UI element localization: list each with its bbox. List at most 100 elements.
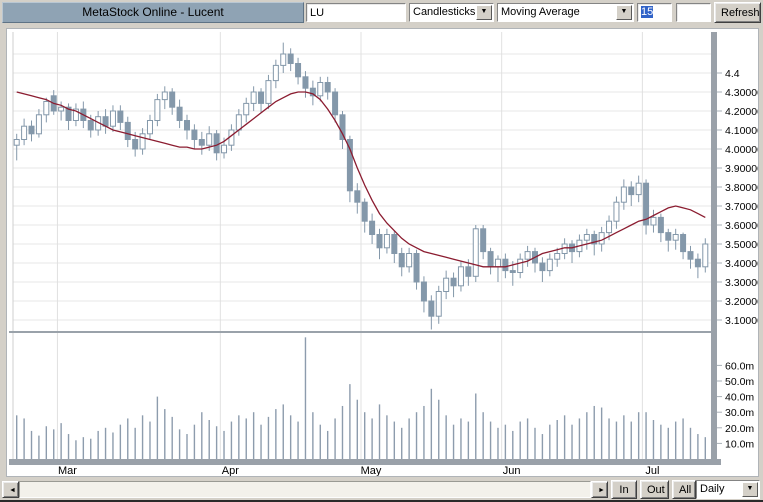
candle-body: [221, 144, 228, 154]
candle-body: [243, 102, 250, 116]
candle-body: [450, 277, 457, 287]
volume-axis-label: 30.0m: [725, 407, 754, 419]
interval-select[interactable]: Daily ▼: [696, 480, 760, 499]
scrollbar-right-button[interactable]: ►: [591, 481, 608, 498]
price-axis-label: 4.30000: [725, 87, 758, 99]
candle-body: [494, 258, 501, 268]
price-axis-label: 3.50000: [725, 239, 758, 251]
scrollbar-left-button[interactable]: ◄: [2, 481, 19, 498]
candle-body: [628, 186, 635, 196]
scrollbar-thumb[interactable]: [20, 482, 590, 497]
candle-body: [280, 53, 287, 66]
price-axis-label: 3.40000: [725, 258, 758, 270]
candle-body: [58, 106, 65, 112]
candle-body: [324, 82, 331, 93]
candle-body: [169, 91, 176, 108]
candle-body: [250, 91, 257, 104]
candle-body: [287, 53, 294, 64]
candle-body: [457, 266, 464, 287]
chevron-down-icon[interactable]: ▼: [476, 5, 492, 20]
candle-body: [524, 251, 531, 260]
candle-body: [435, 291, 442, 317]
candle-body: [635, 182, 642, 196]
candle-body: [376, 234, 383, 249]
candle-body: [43, 101, 50, 116]
scrollbar-track[interactable]: [19, 481, 591, 498]
param-input[interactable]: [676, 3, 711, 22]
arrow-left-icon: ◄: [9, 487, 16, 494]
candle-body: [428, 300, 435, 317]
candle-body: [672, 234, 679, 241]
candle-body: [361, 201, 368, 222]
candle-body: [354, 190, 361, 203]
price-axis-label: 3.20000: [725, 296, 758, 308]
candle-body: [124, 121, 131, 141]
chart-type-value: Candlesticks: [413, 6, 475, 18]
zoom-out-button[interactable]: Out: [640, 480, 669, 499]
chevron-down-icon[interactable]: ▼: [616, 5, 632, 20]
symbol-input[interactable]: [306, 3, 406, 22]
price-axis-label: 3.80000: [725, 182, 758, 194]
candle-body: [369, 220, 376, 235]
candle-body: [213, 133, 220, 154]
candle-body: [509, 270, 516, 274]
zoom-all-button[interactable]: All: [672, 480, 696, 499]
candle-body: [21, 125, 28, 140]
candle-body: [391, 234, 398, 254]
candle-body: [339, 114, 346, 141]
bottom-toolbar: ◄ ► In Out All Daily ▼: [0, 478, 763, 500]
candle-body: [650, 216, 657, 226]
candle-body: [317, 82, 324, 97]
candle-body: [598, 232, 605, 245]
candle-body: [398, 253, 405, 268]
candle-body: [480, 228, 487, 253]
candle-body: [554, 253, 561, 260]
zoom-in-button[interactable]: In: [611, 480, 637, 499]
candle-body: [176, 106, 183, 121]
chevron-down-icon[interactable]: ▼: [742, 482, 758, 497]
indicator-select[interactable]: Moving Average ▼: [497, 3, 634, 22]
candle-body: [517, 258, 524, 273]
interval-value: Daily: [700, 483, 725, 495]
candle-body: [657, 216, 664, 234]
chart-type-select[interactable]: Candlesticks ▼: [409, 3, 494, 22]
candle-body: [465, 266, 472, 277]
candle-body: [613, 201, 620, 222]
window-title: MetaStock Online - Lucent: [2, 2, 304, 23]
candle-body: [191, 129, 198, 140]
candle-body: [28, 125, 35, 135]
volume-axis-label: 20.0m: [725, 423, 754, 435]
candle-body: [346, 139, 353, 192]
candle-body: [161, 91, 168, 101]
price-axis-label: 3.30000: [725, 277, 758, 289]
refresh-button[interactable]: Refresh: [714, 2, 761, 23]
candle-body: [420, 281, 427, 302]
candle-body: [383, 234, 390, 249]
candle-body: [154, 99, 161, 121]
candle-body: [406, 253, 413, 268]
price-axis-label: 4.20000: [725, 106, 758, 118]
candle-body: [109, 110, 116, 127]
period-input[interactable]: 15: [637, 3, 672, 22]
application-window: MetaStock Online - Lucent Candlesticks ▼…: [0, 0, 763, 502]
toolbar: MetaStock Online - Lucent Candlesticks ▼…: [0, 0, 763, 27]
candle-body: [117, 110, 124, 123]
period-input-selected-text: 15: [641, 6, 654, 18]
arrow-right-icon: ►: [598, 487, 605, 494]
candle-body: [258, 91, 265, 104]
candle-body: [606, 220, 613, 234]
price-volume-chart: 4.4 4.30000 4.20000 4.10000 4.00000 3.90000 3.…: [9, 32, 763, 477]
price-axis-label: 4.4: [725, 68, 740, 80]
price-axis-label: 3.70000: [725, 201, 758, 213]
candle-body: [546, 258, 553, 272]
candle-body: [539, 262, 546, 272]
price-axis-label: 4.10000: [725, 125, 758, 137]
indicator-value: Moving Average: [501, 6, 580, 18]
price-axis-label: 3.60000: [725, 220, 758, 232]
price-axis-label: 4.00000: [725, 144, 758, 156]
candle-body: [583, 234, 590, 241]
candle-body: [472, 228, 479, 277]
right-axis-strip: [711, 32, 717, 465]
volume-axis-label: 40.0m: [725, 392, 754, 404]
candle-body: [265, 80, 272, 104]
